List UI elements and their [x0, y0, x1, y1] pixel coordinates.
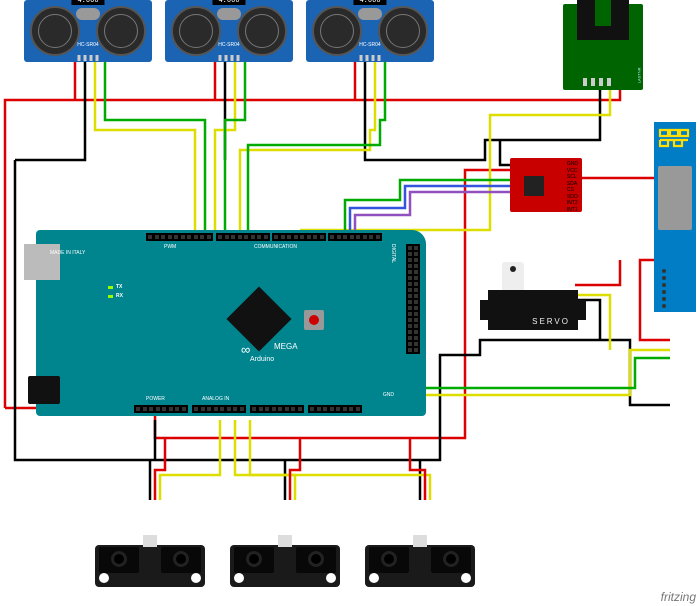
bluetooth-module: [654, 122, 696, 312]
antenna-icon: [658, 126, 692, 158]
optical-slot-sensor: LASTNR: [563, 4, 643, 90]
servo-motor: SERVO: [488, 262, 584, 332]
arduino-mega-board: MADE IN ITALY PWM COMMUNICATION POWER AN…: [36, 230, 426, 416]
ultrasonic-readout: 4.000: [212, 0, 245, 5]
ir-sensor-2: [230, 545, 340, 587]
ultrasonic-sensor-1: 4.000 HC-SR04: [24, 0, 152, 62]
accelerometer-module: GND VCC SCL SDA CS SDO INT2 INT1: [510, 158, 582, 212]
reset-button[interactable]: [304, 310, 324, 330]
ir-sensor-1: [95, 545, 205, 587]
ultrasonic-sensor-2: 4.000 HC-SR04: [165, 0, 293, 62]
watermark: fritzing: [661, 590, 696, 604]
status-leds: TX RX: [108, 284, 123, 299]
ultrasonic-readout: 4.000: [353, 0, 386, 5]
ultrasonic-readout: 4.000: [71, 0, 104, 5]
ultrasonic-sensor-3: 4.000 HC-SR04: [306, 0, 434, 62]
ir-sensor-3: [365, 545, 475, 587]
arduino-logo-icon: ∞: [241, 342, 250, 357]
power-jack-icon: [28, 376, 60, 404]
